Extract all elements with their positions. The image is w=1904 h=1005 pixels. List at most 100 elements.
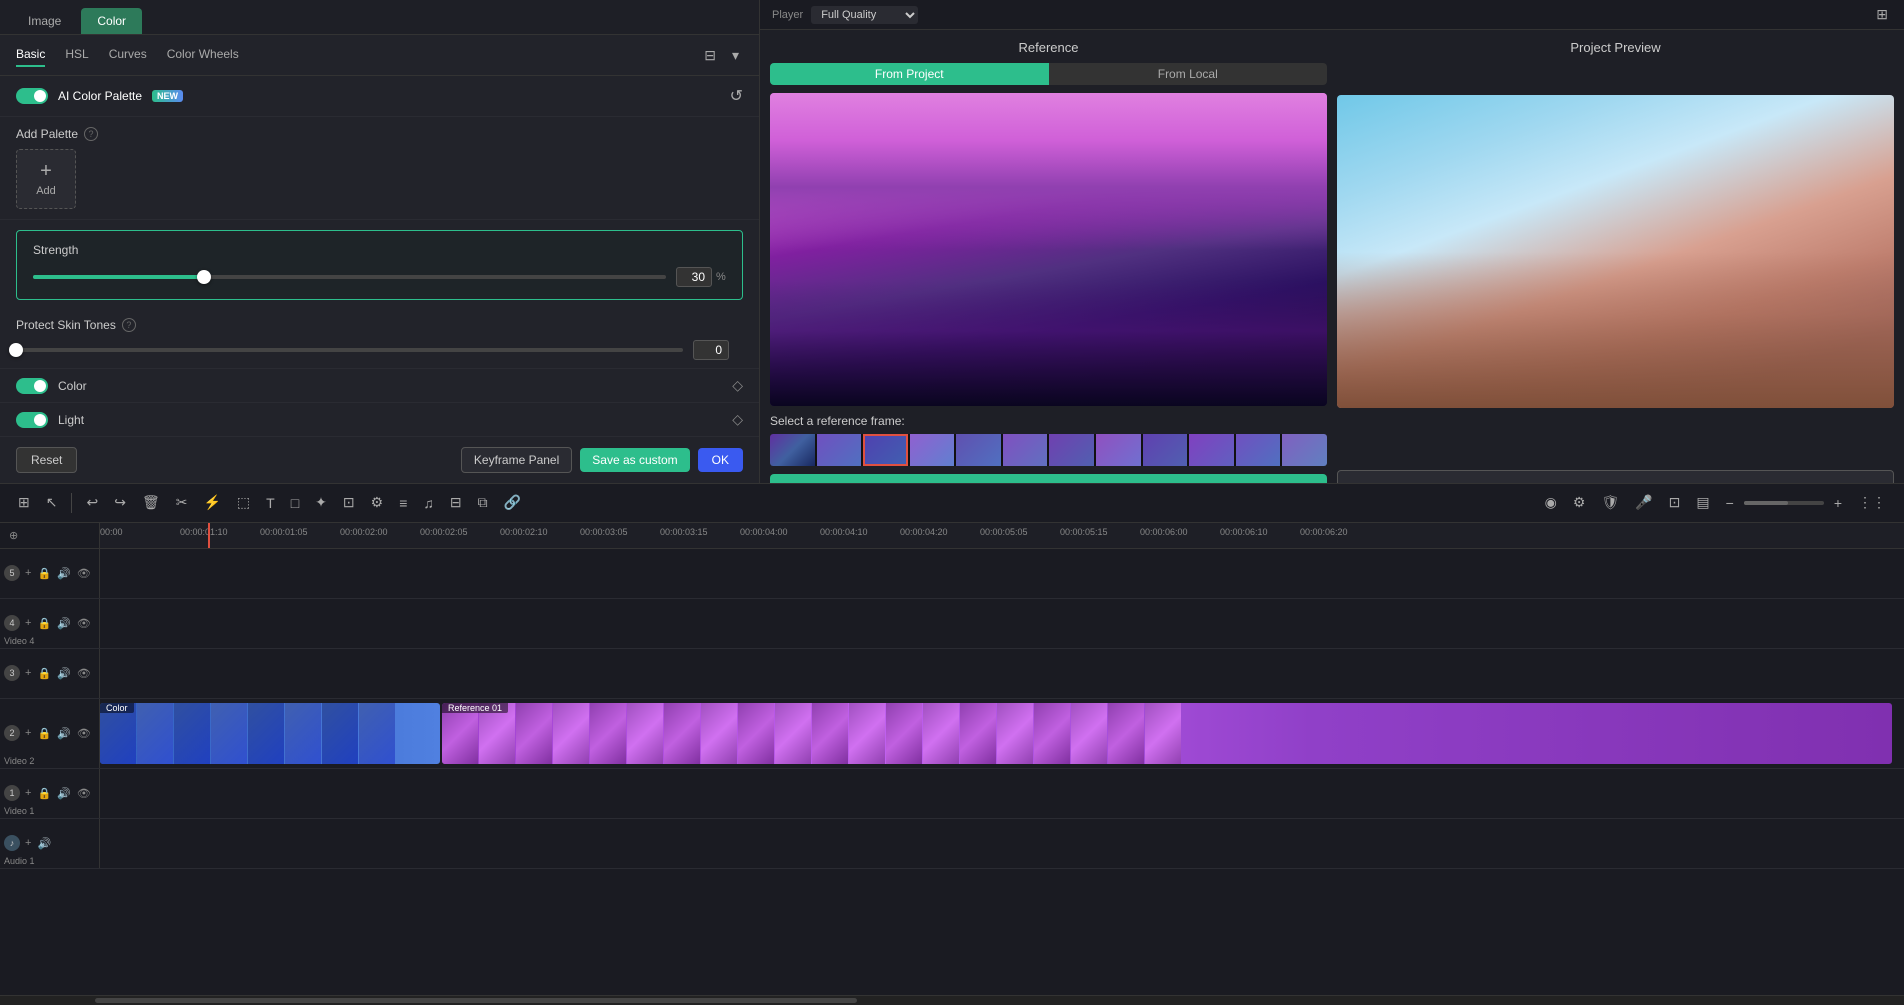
track-3-add-icon[interactable]: +	[24, 666, 32, 680]
quality-select[interactable]: Full Quality Half Quality Quarter Qualit…	[811, 6, 918, 24]
clip-color[interactable]: Color	[100, 703, 440, 764]
toolbar-copy-icon[interactable]: ⧉	[472, 490, 494, 515]
sub-tab-curves[interactable]: Curves	[109, 43, 147, 67]
toolbar-select-icon[interactable]: ↖	[40, 490, 64, 515]
tab-image[interactable]: Image	[12, 8, 77, 34]
frame-1[interactable]	[770, 434, 815, 466]
toolbar-text-icon[interactable]: T	[260, 491, 281, 515]
track-5-add-icon[interactable]: +	[24, 566, 32, 580]
track-a1-mute-icon[interactable]: 🔊	[36, 836, 52, 851]
strength-slider-thumb[interactable]	[197, 270, 211, 284]
protect-skin-help-icon[interactable]: ?	[122, 318, 136, 332]
track-4-eye-icon[interactable]: 👁	[76, 616, 92, 631]
toolbar-circle-icon[interactable]: ◉	[1539, 490, 1563, 515]
keyframe-panel-button[interactable]: Keyframe Panel	[461, 447, 572, 473]
toolbar-zoom-in-icon[interactable]: +	[1828, 491, 1848, 515]
timeline-ruler[interactable]: 00:00 00:00:01:10 00:00:01:05 00:00:02:0…	[100, 523, 1904, 548]
frame-11[interactable]	[1236, 434, 1281, 466]
frame-2[interactable]	[817, 434, 862, 466]
sub-tab-basic[interactable]: Basic	[16, 43, 45, 67]
light-toggle[interactable]	[16, 412, 48, 428]
toolbar-subtitle-icon[interactable]: ⊟	[444, 490, 468, 515]
track-5-lock-icon[interactable]: 🔒	[36, 566, 52, 581]
toolbar-delete-icon[interactable]: 🗑	[136, 490, 166, 515]
toolbar-link-icon[interactable]: 🔗	[498, 490, 527, 515]
zoom-slider[interactable]	[1744, 501, 1824, 505]
track-4-mute-icon[interactable]: 🔊	[56, 616, 72, 631]
toolbar-settings-icon[interactable]: ⚙	[1567, 490, 1592, 515]
track-2-lock-icon[interactable]: 🔒	[36, 726, 52, 741]
from-local-tab[interactable]: From Local	[1049, 63, 1328, 85]
toolbar-color-icon[interactable]: ⚙	[365, 490, 390, 515]
ok-button[interactable]: OK	[698, 448, 743, 472]
reset-button[interactable]: Reset	[16, 447, 77, 473]
track-5-eye-icon[interactable]: 👁	[76, 566, 92, 581]
protect-skin-value-input[interactable]	[693, 340, 729, 360]
protect-skin-slider-track[interactable]	[16, 348, 683, 352]
frame-7[interactable]	[1049, 434, 1094, 466]
strength-value-input[interactable]	[676, 267, 712, 287]
ai-palette-toggle[interactable]	[16, 88, 48, 104]
frame-8[interactable]	[1096, 434, 1141, 466]
save-as-custom-button[interactable]: Save as custom	[580, 448, 689, 472]
track-1-add-icon[interactable]: +	[24, 786, 32, 800]
add-palette-button[interactable]: + Add	[16, 149, 76, 209]
track-2-eye-icon[interactable]: 👁	[76, 726, 92, 741]
sub-tab-color-wheels[interactable]: Color Wheels	[167, 43, 239, 67]
frame-4[interactable]	[910, 434, 955, 466]
clip-reference[interactable]: Reference 01	[442, 703, 1892, 764]
track-4-add-icon[interactable]: +	[24, 616, 32, 630]
frame-10[interactable]	[1189, 434, 1234, 466]
snap-icon[interactable]: ⊕	[8, 528, 19, 543]
toolbar-adjust-icon[interactable]: ≡	[393, 491, 413, 515]
frame-9[interactable]	[1143, 434, 1188, 466]
track-4-lock-icon[interactable]: 🔒	[36, 616, 52, 631]
grid-icon[interactable]: ⊞	[1872, 4, 1892, 25]
playhead[interactable]	[208, 523, 210, 548]
toolbar-crop-icon[interactable]: ⬚	[231, 490, 256, 515]
scrollbar-thumb[interactable]	[95, 998, 857, 1003]
toolbar-split-icon[interactable]: ⚡	[197, 490, 226, 515]
toolbar-subtitle2-icon[interactable]: ▤	[1690, 490, 1715, 515]
frame-3[interactable]	[863, 434, 908, 466]
tab-color[interactable]: Color	[81, 8, 142, 34]
toolbar-undo-icon[interactable]: ↩	[80, 490, 104, 515]
color-diamond-icon[interactable]: ◇	[732, 377, 743, 394]
help-icon[interactable]: ?	[84, 127, 98, 141]
track-1-mute-icon[interactable]: 🔊	[56, 786, 72, 801]
track-1-eye-icon[interactable]: 👁	[76, 786, 92, 801]
toolbar-caption-icon[interactable]: ⊡	[1663, 490, 1687, 515]
toolbar-shield-icon[interactable]: 🛡	[1595, 490, 1625, 515]
frame-5[interactable]	[956, 434, 1001, 466]
toolbar-more-icon[interactable]: ⋮⋮	[1852, 490, 1892, 515]
frame-strip[interactable]	[770, 434, 1327, 466]
timeline-scrollbar[interactable]	[0, 995, 1904, 1005]
sub-tab-hsl[interactable]: HSL	[65, 43, 88, 67]
light-diamond-icon[interactable]: ◇	[732, 411, 743, 428]
track-3-eye-icon[interactable]: 👁	[76, 666, 92, 681]
from-project-tab[interactable]: From Project	[770, 63, 1049, 85]
track-2-mute-icon[interactable]: 🔊	[56, 726, 72, 741]
frame-6[interactable]	[1003, 434, 1048, 466]
toolbar-shape-icon[interactable]: □	[285, 491, 305, 515]
strength-slider-track[interactable]	[33, 275, 666, 279]
protect-skin-thumb[interactable]	[9, 343, 23, 357]
color-toggle[interactable]	[16, 378, 48, 394]
toolbar-audio-icon[interactable]: ♫	[417, 491, 440, 515]
track-5-mute-icon[interactable]: 🔊	[56, 566, 72, 581]
toolbar-transition-icon[interactable]: ⊡	[337, 490, 361, 515]
track-3-mute-icon[interactable]: 🔊	[56, 666, 72, 681]
track-2-add-icon[interactable]: +	[24, 726, 32, 740]
frame-12[interactable]	[1282, 434, 1327, 466]
chevron-down-icon[interactable]: ▾	[728, 45, 743, 66]
split-view-icon[interactable]: ⊟	[700, 45, 720, 66]
toolbar-redo-icon[interactable]: ↪	[108, 490, 132, 515]
toolbar-grid-icon[interactable]: ⊞	[12, 490, 36, 515]
toolbar-cut-icon[interactable]: ✂	[170, 490, 194, 515]
track-1-lock-icon[interactable]: 🔒	[36, 786, 52, 801]
toolbar-effect-icon[interactable]: ✦	[309, 490, 333, 515]
toolbar-mic-icon[interactable]: 🎤	[1629, 490, 1658, 515]
track-3-lock-icon[interactable]: 🔒	[36, 666, 52, 681]
toolbar-zoom-out-icon[interactable]: −	[1720, 491, 1740, 515]
refresh-icon[interactable]: ↺	[730, 86, 743, 106]
